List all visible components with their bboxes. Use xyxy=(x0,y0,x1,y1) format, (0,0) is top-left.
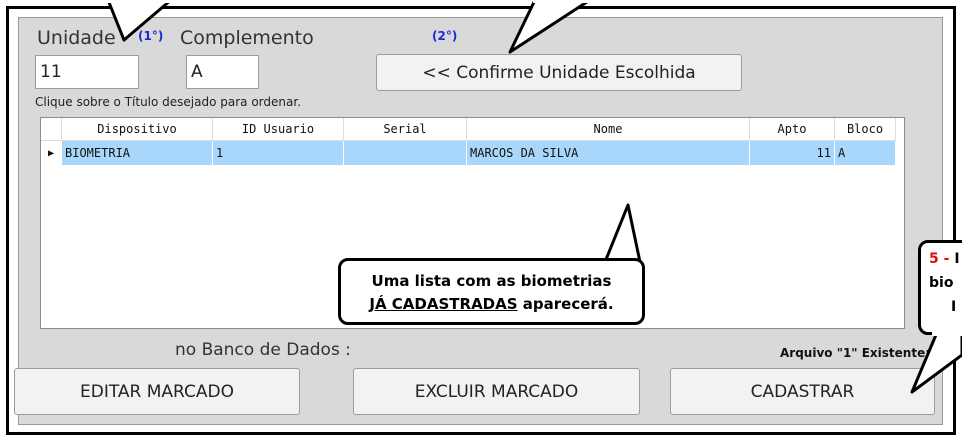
side-callout-tail-mask xyxy=(932,330,962,336)
tail-mask xyxy=(932,330,962,336)
